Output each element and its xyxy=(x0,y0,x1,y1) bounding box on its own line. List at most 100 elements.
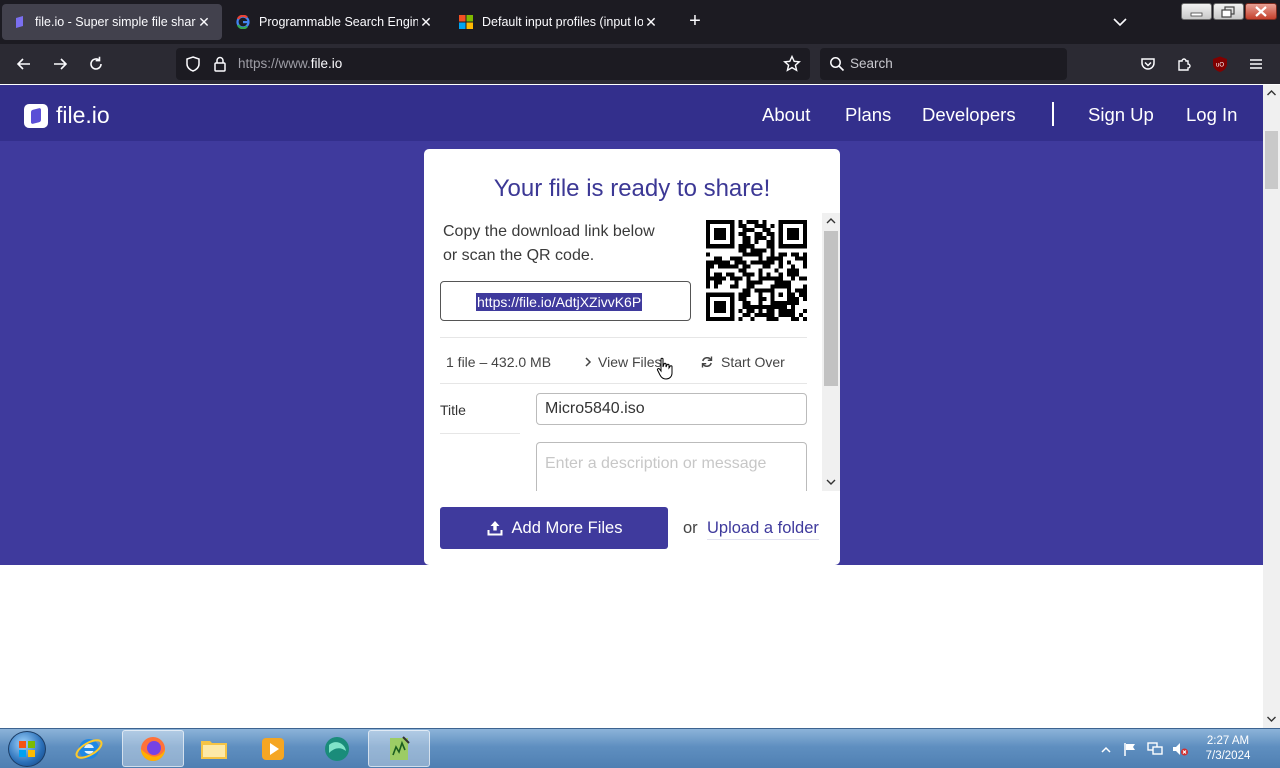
copy-line-1: Copy the download link below xyxy=(443,223,655,240)
reload-icon[interactable] xyxy=(84,52,108,76)
tab-default-input-profiles[interactable]: Default input profiles (input loc ✕ xyxy=(449,4,669,40)
nav-divider xyxy=(1052,102,1054,126)
forward-arrow-icon[interactable] xyxy=(48,52,72,76)
chevron-down-icon[interactable] xyxy=(1110,12,1130,32)
taskbar-file-explorer[interactable] xyxy=(183,730,245,767)
tab-fileio[interactable]: file.io - Super simple file sharing ✕ xyxy=(2,4,222,40)
nav-about[interactable]: About xyxy=(762,104,810,126)
scroll-down-icon[interactable] xyxy=(1265,713,1278,725)
download-link-field[interactable]: https://file.io/AdtjXZivvK6P xyxy=(440,281,691,321)
menu-icon[interactable] xyxy=(1244,52,1268,76)
view-files-link[interactable]: View Files xyxy=(582,354,662,370)
taskbar-app-globe[interactable] xyxy=(306,730,368,767)
taskbar-notepad[interactable] xyxy=(368,730,430,767)
svg-text:uO: uO xyxy=(1216,63,1224,69)
refresh-icon xyxy=(701,356,713,368)
title-label: Title xyxy=(440,402,466,418)
tab-title: Programmable Search Engine xyxy=(259,15,418,29)
tab-bar: file.io - Super simple file sharing ✕ Pr… xyxy=(0,0,1280,44)
taskbar-firefox[interactable] xyxy=(122,730,184,767)
minimize-button[interactable] xyxy=(1181,3,1212,20)
fileio-icon xyxy=(12,15,26,29)
search-bar[interactable]: Search xyxy=(820,48,1067,80)
upload-icon xyxy=(487,521,503,536)
tab-programmable-search[interactable]: Programmable Search Engine ✕ xyxy=(226,4,444,40)
globe-app-icon xyxy=(325,736,349,761)
nav-sign-up[interactable]: Sign Up xyxy=(1088,104,1154,126)
restore-button[interactable] xyxy=(1213,3,1244,20)
tab-title: Default input profiles (input loc xyxy=(482,15,643,29)
nav-plans[interactable]: Plans xyxy=(845,104,891,126)
add-more-files-button[interactable]: Add More Files xyxy=(440,507,668,549)
upload-folder-link[interactable]: Upload a folder xyxy=(707,519,819,540)
page-content: file.io About Plans Developers Sign Up L… xyxy=(0,85,1263,565)
add-more-files-label: Add More Files xyxy=(511,518,623,537)
title-value: Micro5840.iso xyxy=(545,400,645,417)
chevron-right-icon xyxy=(585,357,592,367)
url-bar[interactable]: https://www.file.io xyxy=(176,48,810,80)
logo-text: file.io xyxy=(56,102,110,128)
divider xyxy=(440,337,807,338)
taskbar-media-player[interactable] xyxy=(242,730,304,767)
copy-line-2: or scan the QR code. xyxy=(443,247,595,264)
lock-icon[interactable] xyxy=(212,55,228,78)
scroll-up-icon[interactable] xyxy=(825,215,837,227)
start-over-link[interactable]: Start Over xyxy=(700,354,785,370)
clock-time: 2:27 AM xyxy=(1206,735,1250,747)
volume-muted-icon[interactable] xyxy=(1171,741,1189,762)
close-icon[interactable]: ✕ xyxy=(196,14,212,31)
ublock-icon[interactable]: uO xyxy=(1208,52,1232,76)
or-text: or xyxy=(683,519,698,537)
taskbar-internet-explorer[interactable] xyxy=(58,730,120,767)
folder-icon xyxy=(201,740,227,759)
description-placeholder: Enter a description or message xyxy=(545,455,767,472)
flag-icon[interactable] xyxy=(1122,741,1138,762)
new-tab-icon[interactable]: + xyxy=(684,10,706,34)
scroll-down-icon[interactable] xyxy=(825,476,837,488)
site-logo[interactable]: file.io xyxy=(24,102,110,129)
download-link[interactable]: https://file.io/AdtjXZivvK6P xyxy=(476,293,643,311)
search-input[interactable]: Search xyxy=(850,56,893,71)
url-domain: file.io xyxy=(310,56,343,71)
close-icon[interactable]: ✕ xyxy=(418,14,434,31)
back-arrow-icon[interactable] xyxy=(12,52,36,76)
hand-cursor-icon xyxy=(656,357,673,380)
clock-date: 7/3/2024 xyxy=(1205,750,1251,762)
microsoft-icon xyxy=(459,15,473,29)
extensions-icon[interactable] xyxy=(1172,52,1196,76)
firefox-icon xyxy=(141,736,165,761)
file-info: 1 file – 432.0 MB xyxy=(446,354,552,370)
card-scrollbar-thumb[interactable] xyxy=(824,231,838,386)
window-close-button[interactable] xyxy=(1245,3,1277,20)
system-clock[interactable]: 2:27 AM 7/3/2024 xyxy=(1198,734,1258,764)
copy-instructions: Copy the download link below or scan the… xyxy=(443,220,693,268)
shield-icon[interactable] xyxy=(184,55,202,78)
media-player-icon xyxy=(262,737,284,760)
qr-code xyxy=(706,220,807,321)
nav-log-in[interactable]: Log In xyxy=(1186,104,1237,126)
scroll-up-icon[interactable] xyxy=(1265,87,1278,99)
divider xyxy=(440,433,520,434)
notepad-icon xyxy=(390,735,410,760)
card-title: Your file is ready to share! xyxy=(493,175,771,202)
pocket-icon[interactable] xyxy=(1136,52,1160,76)
divider xyxy=(440,383,807,384)
start-over-label: Start Over xyxy=(721,354,785,370)
share-card: Your file is ready to share! Copy the do… xyxy=(424,149,840,565)
bookmark-star-icon[interactable] xyxy=(782,54,802,79)
page-scrollbar[interactable] xyxy=(1263,85,1280,728)
network-icon[interactable] xyxy=(1146,741,1164,762)
url-text[interactable]: https://www.file.io xyxy=(238,56,342,71)
card-scrollbar[interactable] xyxy=(822,213,840,491)
url-prefix: https://www. xyxy=(238,56,311,71)
description-input[interactable]: Enter a description or message xyxy=(536,442,807,491)
show-hidden-icons-icon[interactable] xyxy=(1100,743,1112,761)
site-header: file.io About Plans Developers Sign Up L… xyxy=(0,85,1263,141)
close-icon[interactable]: ✕ xyxy=(643,14,659,31)
title-input[interactable]: Micro5840.iso xyxy=(536,393,807,425)
navigation-bar: https://www.file.io Search uO xyxy=(0,44,1280,84)
search-icon xyxy=(829,56,845,77)
start-button[interactable] xyxy=(8,731,46,767)
nav-developers[interactable]: Developers xyxy=(922,104,1016,126)
page-scrollbar-thumb[interactable] xyxy=(1265,131,1278,189)
